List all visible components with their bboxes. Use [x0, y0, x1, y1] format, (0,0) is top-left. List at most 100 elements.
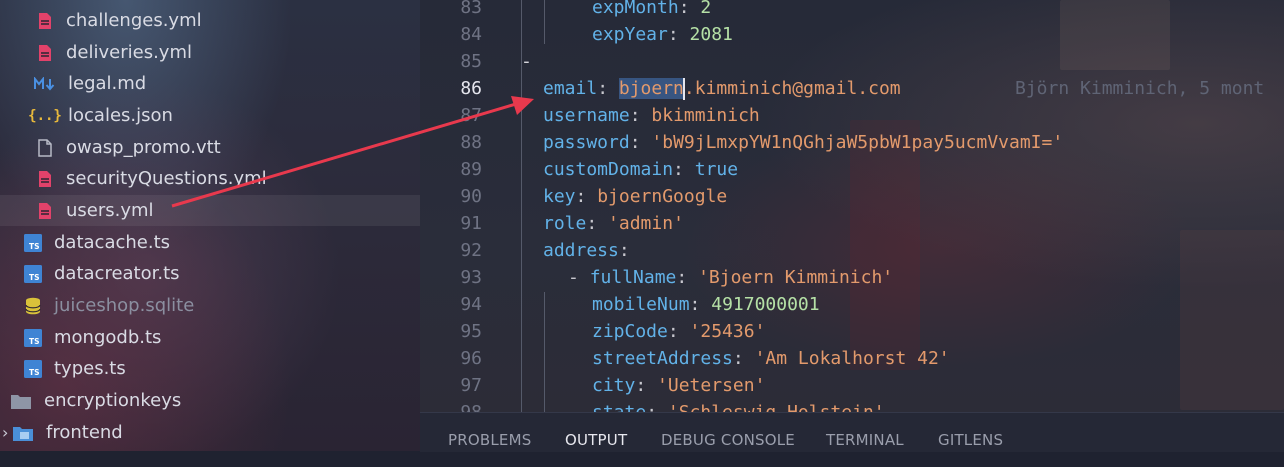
code-line-88: 88 password: 'bW9jLmxpYW1nQGhjaW5pbW1pay… [420, 129, 1284, 156]
tab-gitlens[interactable]: GITLENS [938, 413, 1003, 452]
file-mongodb-ts[interactable]: TS mongodb.ts [0, 322, 420, 353]
code-line-87: 87 username: bkimminich [420, 102, 1284, 129]
file-label: types.ts [54, 358, 126, 379]
code-line-95: 95 zipCode: '25436' [420, 318, 1284, 345]
file-label: challenges.yml [66, 10, 202, 31]
file-securityquestions-yml[interactable]: securityQuestions.yml [0, 163, 420, 194]
tab-output[interactable]: OUTPUT [565, 413, 627, 452]
code-editor[interactable]: 83 expMonth: 2 84 expYear: 2081 85 - 86 … [420, 0, 1284, 412]
yaml-key: state [592, 402, 646, 412]
file-label: legal.md [68, 73, 147, 94]
line-number: 83 [460, 0, 482, 18]
file-challenges-yml[interactable]: challenges.yml [0, 5, 420, 36]
folder-label: encryptionkeys [44, 390, 182, 411]
list-dash: - [521, 51, 532, 72]
file-locales-json[interactable]: {..} locales.json [0, 100, 420, 131]
folder-frontend[interactable]: › frontend [0, 417, 420, 448]
code-line-83: 83 expMonth: 2 [420, 0, 1284, 21]
yaml-value: 2 [700, 0, 712, 18]
yaml-value: 'Schleswig-Holstein' [668, 402, 885, 412]
yaml-value: .kimminich@gmail.com [683, 78, 901, 99]
line-number: 96 [460, 348, 482, 369]
file-label: mongodb.ts [54, 327, 162, 348]
line-number: 93 [460, 267, 482, 288]
file-users-yml[interactable]: users.yml [0, 195, 420, 226]
file-label: securityQuestions.yml [66, 168, 267, 189]
yaml-key: key [543, 186, 576, 207]
file-explorer: challenges.yml deliveries.yml legal.md {… [0, 0, 420, 451]
line-number: 88 [460, 132, 482, 153]
chevron-right-icon[interactable]: › [2, 423, 12, 442]
yaml-key: role [543, 213, 587, 234]
file-types-ts[interactable]: TS types.ts [0, 353, 420, 384]
yaml-value: 'bW9jLmxpYW1nQGhjaW5pbW1pay5ucmVvamI=' [651, 132, 1064, 153]
code-line-90: 90 key: bjoernGoogle [420, 183, 1284, 210]
folder-icon [10, 391, 32, 411]
code-line-91: 91 role: 'admin' [420, 210, 1284, 237]
yaml-key: city [592, 375, 636, 396]
folder-open-icon [12, 423, 34, 443]
folder-label: frontend [46, 422, 123, 443]
json-file-icon: {..} [28, 107, 62, 124]
yaml-key: customDomain [543, 159, 674, 180]
line-number: 85 [460, 51, 482, 72]
line-number: 86 [460, 78, 482, 99]
line-number: 91 [460, 213, 482, 234]
file-datacreator-ts[interactable]: TS datacreator.ts [0, 258, 420, 289]
line-number: 90 [460, 186, 482, 207]
yaml-key: streetAddress [592, 348, 733, 369]
file-deliveries-yml[interactable]: deliveries.yml [0, 37, 420, 68]
code-line-89: 89 customDomain: true [420, 156, 1284, 183]
database-file-icon [24, 296, 42, 316]
gitlens-blame-annotation[interactable]: Björn Kimminich, 5 mont [1015, 75, 1264, 102]
yaml-key: expMonth [592, 0, 679, 18]
line-number: 89 [460, 159, 482, 180]
yaml-value: 2081 [689, 24, 733, 45]
tab-problems[interactable]: PROBLEMS [448, 413, 531, 452]
file-juiceshop-sqlite[interactable]: juiceshop.sqlite [0, 290, 420, 321]
line-number: 87 [460, 105, 482, 126]
yaml-file-icon [36, 201, 54, 221]
file-legal-md[interactable]: legal.md [0, 68, 420, 99]
line-number: 92 [460, 240, 482, 261]
yaml-key: password [543, 132, 630, 153]
folder-encryptionkeys[interactable]: encryptionkeys [0, 385, 420, 416]
line-number: 98 [420, 399, 482, 412]
code-line-86: 86 email: bjoern.kimminich@gmail.com Bjö… [420, 75, 1284, 102]
typescript-file-icon: TS [24, 359, 42, 379]
file-datacache-ts[interactable]: TS datacache.ts [0, 227, 420, 258]
yaml-key: expYear [592, 24, 668, 45]
code-line-96: 96 streetAddress: 'Am Lokalhorst 42' [420, 345, 1284, 372]
file-owasp-promo-vtt[interactable]: owasp_promo.vtt [0, 132, 420, 163]
yaml-file-icon [36, 169, 54, 189]
code-line-85: 85 - [420, 48, 1284, 75]
yaml-value: true [694, 159, 739, 180]
yaml-key: zipCode [592, 321, 668, 342]
code-line-94: 94 mobileNum: 4917000001 [420, 291, 1284, 318]
selected-text[interactable]: bjoern [618, 78, 684, 99]
yaml-key: address [543, 240, 619, 261]
line-number: 94 [460, 294, 482, 315]
yaml-value: 'Bjoern Kimminich' [698, 267, 894, 288]
yaml-key: email [543, 78, 598, 99]
tab-terminal[interactable]: TERMINAL [826, 413, 904, 452]
file-label: deliveries.yml [66, 42, 192, 63]
yaml-key: username [543, 105, 630, 126]
typescript-file-icon: TS [24, 233, 42, 253]
tab-debug-console[interactable]: DEBUG CONSOLE [661, 413, 795, 452]
file-label: datacreator.ts [54, 263, 180, 284]
yaml-key: fullName [589, 267, 677, 288]
yaml-value: '25436' [689, 321, 766, 342]
markdown-file-icon [34, 74, 56, 94]
svg-text:TS: TS [29, 273, 40, 282]
yaml-value: 'admin' [608, 213, 684, 234]
code-line-84: 84 expYear: 2081 [420, 21, 1284, 48]
yaml-value: 'Uetersen' [657, 375, 766, 396]
file-label: owasp_promo.vtt [66, 137, 221, 158]
yaml-value: 4917000001 [711, 294, 820, 315]
file-label: juiceshop.sqlite [54, 295, 195, 316]
typescript-file-icon: TS [24, 328, 42, 348]
code-line-93: 93 - fullName: 'Bjoern Kimminich' [420, 264, 1284, 291]
file-label: datacache.ts [54, 232, 171, 253]
svg-text:TS: TS [29, 368, 40, 377]
